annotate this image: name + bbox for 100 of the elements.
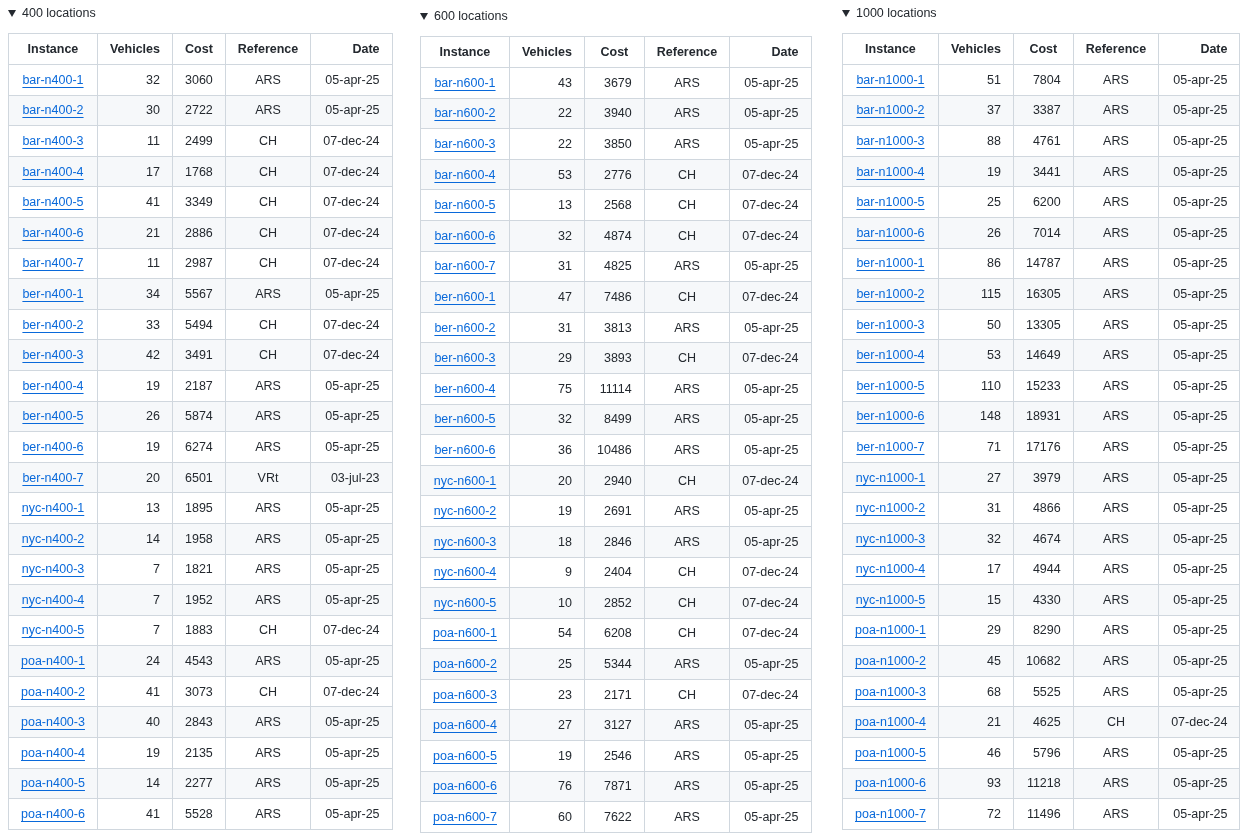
vehicles-cell: 71 bbox=[938, 431, 1014, 463]
cost-cell: 8499 bbox=[584, 404, 645, 435]
vehicles-cell: 32 bbox=[509, 220, 585, 252]
reference-cell: CH bbox=[225, 186, 311, 218]
vehicles-cell: 37 bbox=[938, 95, 1014, 126]
date-cell: 05-apr-25 bbox=[310, 768, 393, 799]
cost-cell: 3491 bbox=[172, 339, 226, 371]
column-header: Reference bbox=[225, 33, 311, 65]
vehicles-cell: 7 bbox=[97, 615, 173, 646]
column-header: Reference bbox=[1073, 33, 1159, 65]
cost-cell: 8290 bbox=[1013, 615, 1074, 646]
cost-cell: 4625 bbox=[1013, 706, 1074, 738]
reference-cell: CH bbox=[225, 217, 311, 249]
cost-cell: 18931 bbox=[1013, 401, 1074, 432]
date-cell: 05-apr-25 bbox=[729, 434, 811, 466]
vehicles-cell: 32 bbox=[97, 64, 173, 96]
date-cell: 07-dec-24 bbox=[310, 676, 393, 707]
reference-cell: ARS bbox=[1073, 645, 1159, 677]
cost-cell: 4866 bbox=[1013, 492, 1074, 524]
date-cell: 05-apr-25 bbox=[729, 373, 811, 405]
vehicles-cell: 76 bbox=[509, 771, 585, 802]
reference-cell: ARS bbox=[225, 645, 311, 677]
date-cell: 07-dec-24 bbox=[310, 217, 393, 249]
reference-cell: ARS bbox=[225, 706, 311, 738]
cost-cell: 3940 bbox=[584, 98, 645, 129]
column-header: Instance bbox=[842, 33, 939, 65]
reference-cell: CH bbox=[225, 248, 311, 279]
cost-cell: 13305 bbox=[1013, 309, 1074, 340]
reference-cell: CH bbox=[644, 557, 730, 588]
vehicles-cell: 11 bbox=[97, 125, 173, 157]
disclosure-triangle-icon[interactable] bbox=[8, 9, 16, 17]
date-cell: 07-dec-24 bbox=[729, 342, 811, 374]
date-cell: 07-dec-24 bbox=[310, 125, 393, 157]
cost-cell: 7014 bbox=[1013, 217, 1074, 249]
vehicles-cell: 14 bbox=[97, 768, 173, 799]
cost-cell: 5796 bbox=[1013, 737, 1074, 769]
reference-cell: ARS bbox=[1073, 64, 1159, 96]
date-cell: 05-apr-25 bbox=[1158, 339, 1240, 371]
cost-cell: 2568 bbox=[584, 189, 645, 221]
reference-cell: CH bbox=[225, 309, 311, 340]
cost-cell: 2277 bbox=[172, 768, 226, 799]
date-cell: 05-apr-25 bbox=[1158, 584, 1240, 616]
cost-cell: 2722 bbox=[172, 95, 226, 126]
vehicles-cell: 21 bbox=[938, 706, 1014, 738]
vehicles-cell: 31 bbox=[938, 492, 1014, 524]
section-title[interactable]: 400 locations bbox=[22, 6, 96, 20]
cost-cell: 4761 bbox=[1013, 125, 1074, 157]
vehicles-cell: 15 bbox=[938, 584, 1014, 616]
cost-cell: 2843 bbox=[172, 706, 226, 738]
vehicles-cell: 27 bbox=[938, 462, 1014, 493]
date-cell: 05-apr-25 bbox=[310, 798, 393, 830]
vehicles-cell: 18 bbox=[509, 526, 585, 557]
cost-cell: 2187 bbox=[172, 370, 226, 402]
reference-cell: ARS bbox=[644, 312, 730, 343]
reference-cell: ARS bbox=[644, 67, 730, 99]
vehicles-cell: 22 bbox=[509, 128, 585, 160]
section-title[interactable]: 1000 locations bbox=[856, 6, 937, 20]
vehicles-cell: 68 bbox=[938, 676, 1014, 707]
date-cell: 05-apr-25 bbox=[1158, 217, 1240, 249]
reference-cell: ARS bbox=[644, 404, 730, 435]
cost-cell: 2546 bbox=[584, 740, 645, 772]
reference-cell: ARS bbox=[225, 584, 311, 616]
date-cell: 05-apr-25 bbox=[729, 771, 811, 802]
vehicles-cell: 7 bbox=[97, 584, 173, 616]
date-cell: 05-apr-25 bbox=[1158, 645, 1240, 677]
vehicles-cell: 9 bbox=[509, 557, 585, 588]
reference-cell: ARS bbox=[1073, 186, 1159, 218]
vehicles-cell: 19 bbox=[97, 431, 173, 463]
reference-cell: ARS bbox=[644, 709, 730, 741]
cost-cell: 10682 bbox=[1013, 645, 1074, 677]
cost-cell: 5874 bbox=[172, 401, 226, 432]
date-cell: 05-apr-25 bbox=[729, 251, 811, 282]
date-cell: 05-apr-25 bbox=[729, 526, 811, 557]
cost-cell: 6200 bbox=[1013, 186, 1074, 218]
vehicles-cell: 20 bbox=[97, 462, 173, 493]
cost-cell: 3387 bbox=[1013, 95, 1074, 126]
reference-cell: CH bbox=[644, 342, 730, 374]
reference-cell: ARS bbox=[1073, 676, 1159, 707]
date-cell: 05-apr-25 bbox=[310, 401, 393, 432]
cost-cell: 2776 bbox=[584, 159, 645, 190]
cost-cell: 3073 bbox=[172, 676, 226, 707]
cost-cell: 2886 bbox=[172, 217, 226, 249]
section-title[interactable]: 600 locations bbox=[434, 9, 508, 23]
vehicles-cell: 50 bbox=[938, 309, 1014, 340]
column-header: Vehicles bbox=[97, 33, 173, 65]
cost-cell: 7871 bbox=[584, 771, 645, 802]
column-header: Cost bbox=[1013, 33, 1074, 65]
vehicles-cell: 31 bbox=[509, 251, 585, 282]
disclosure-triangle-icon[interactable] bbox=[420, 12, 428, 20]
vehicles-cell: 27 bbox=[509, 709, 585, 741]
cost-cell: 5494 bbox=[172, 309, 226, 340]
cost-cell: 2171 bbox=[584, 679, 645, 710]
column-header: Date bbox=[310, 33, 393, 65]
reference-cell: ARS bbox=[225, 401, 311, 432]
disclosure-triangle-icon[interactable] bbox=[842, 9, 850, 17]
date-cell: 05-apr-25 bbox=[729, 495, 811, 527]
vehicles-cell: 14 bbox=[97, 523, 173, 554]
date-cell: 07-dec-24 bbox=[310, 186, 393, 218]
vehicles-cell: 88 bbox=[938, 125, 1014, 157]
cost-cell: 4944 bbox=[1013, 554, 1074, 585]
